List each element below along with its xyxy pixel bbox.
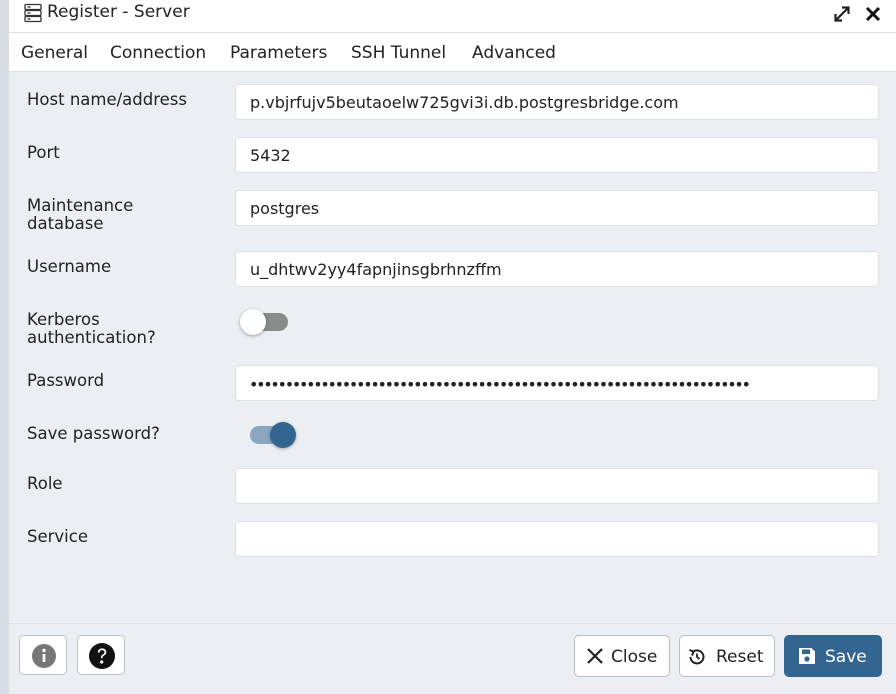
tab-ssh-tunnel[interactable]: SSH Tunnel bbox=[339, 43, 458, 63]
tab-connection[interactable]: Connection bbox=[98, 43, 219, 74]
tab-connection-label: Connection bbox=[110, 43, 207, 63]
tab-ssh-tunnel-label: SSH Tunnel bbox=[351, 43, 447, 63]
service-label: Service bbox=[27, 527, 88, 546]
close-x-icon bbox=[585, 646, 605, 671]
info-icon bbox=[31, 643, 57, 674]
reset-button-label: Reset bbox=[716, 647, 764, 667]
dialog-footer: Close Reset Save bbox=[9, 623, 896, 694]
host-input[interactable] bbox=[235, 84, 879, 120]
kerberos-toggle[interactable] bbox=[240, 309, 288, 335]
tab-parameters[interactable]: Parameters bbox=[218, 43, 339, 63]
save-password-toggle[interactable] bbox=[250, 422, 296, 448]
username-input[interactable] bbox=[235, 251, 879, 287]
username-label: Username bbox=[27, 257, 112, 276]
expand-icon[interactable] bbox=[831, 3, 853, 25]
tab-advanced-label: Advanced bbox=[472, 43, 556, 63]
reset-icon bbox=[686, 646, 708, 673]
close-button[interactable]: Close bbox=[574, 635, 670, 677]
password-label: Password bbox=[27, 371, 105, 390]
maintenance-db-label-line2: database bbox=[27, 214, 104, 233]
help-button[interactable] bbox=[77, 635, 125, 675]
register-server-dialog: Register - Server General Connection Par… bbox=[0, 0, 896, 694]
tab-parameters-label: Parameters bbox=[230, 43, 328, 63]
port-label: Port bbox=[27, 143, 60, 162]
close-icon[interactable] bbox=[862, 3, 884, 25]
tab-general-label: General bbox=[21, 43, 88, 63]
tab-advanced[interactable]: Advanced bbox=[460, 43, 568, 63]
port-input[interactable] bbox=[235, 137, 879, 173]
maintenance-db-input[interactable] bbox=[235, 190, 879, 226]
save-button[interactable]: Save bbox=[784, 635, 882, 677]
title-separator bbox=[9, 32, 896, 33]
service-input[interactable] bbox=[235, 521, 879, 557]
role-input[interactable] bbox=[235, 468, 879, 504]
info-button[interactable] bbox=[19, 635, 67, 675]
dialog-left-edge bbox=[0, 0, 9, 694]
save-button-label: Save bbox=[825, 647, 867, 667]
password-masked-value: ••••••••••••••••••••••••••••••••••••••••… bbox=[249, 375, 751, 394]
host-label: Host name/address bbox=[27, 90, 187, 109]
close-button-label: Close bbox=[611, 647, 658, 667]
dialog-title: Register - Server bbox=[47, 2, 190, 22]
maintenance-db-label-line1: Maintenance bbox=[27, 196, 134, 215]
connection-form: Host name/address Port Maintenance datab… bbox=[9, 72, 896, 623]
title-bar: Register - Server bbox=[9, 0, 896, 28]
kerberos-label-line2: authentication? bbox=[27, 328, 156, 347]
save-password-label: Save password? bbox=[27, 424, 160, 443]
kerberos-toggle-thumb bbox=[240, 309, 266, 335]
kerberos-label-line1: Kerberos bbox=[27, 310, 100, 329]
tab-bar: General Connection Parameters SSH Tunnel… bbox=[9, 34, 896, 74]
help-icon bbox=[88, 642, 116, 675]
server-icon bbox=[24, 3, 42, 23]
role-label: Role bbox=[27, 474, 63, 493]
save-icon bbox=[797, 646, 817, 671]
save-password-toggle-thumb bbox=[270, 422, 296, 448]
reset-button[interactable]: Reset bbox=[679, 635, 775, 677]
tab-general[interactable]: General bbox=[9, 43, 100, 63]
maintenance-db-label: Maintenance database bbox=[27, 197, 133, 233]
kerberos-label: Kerberos authentication? bbox=[27, 311, 156, 347]
